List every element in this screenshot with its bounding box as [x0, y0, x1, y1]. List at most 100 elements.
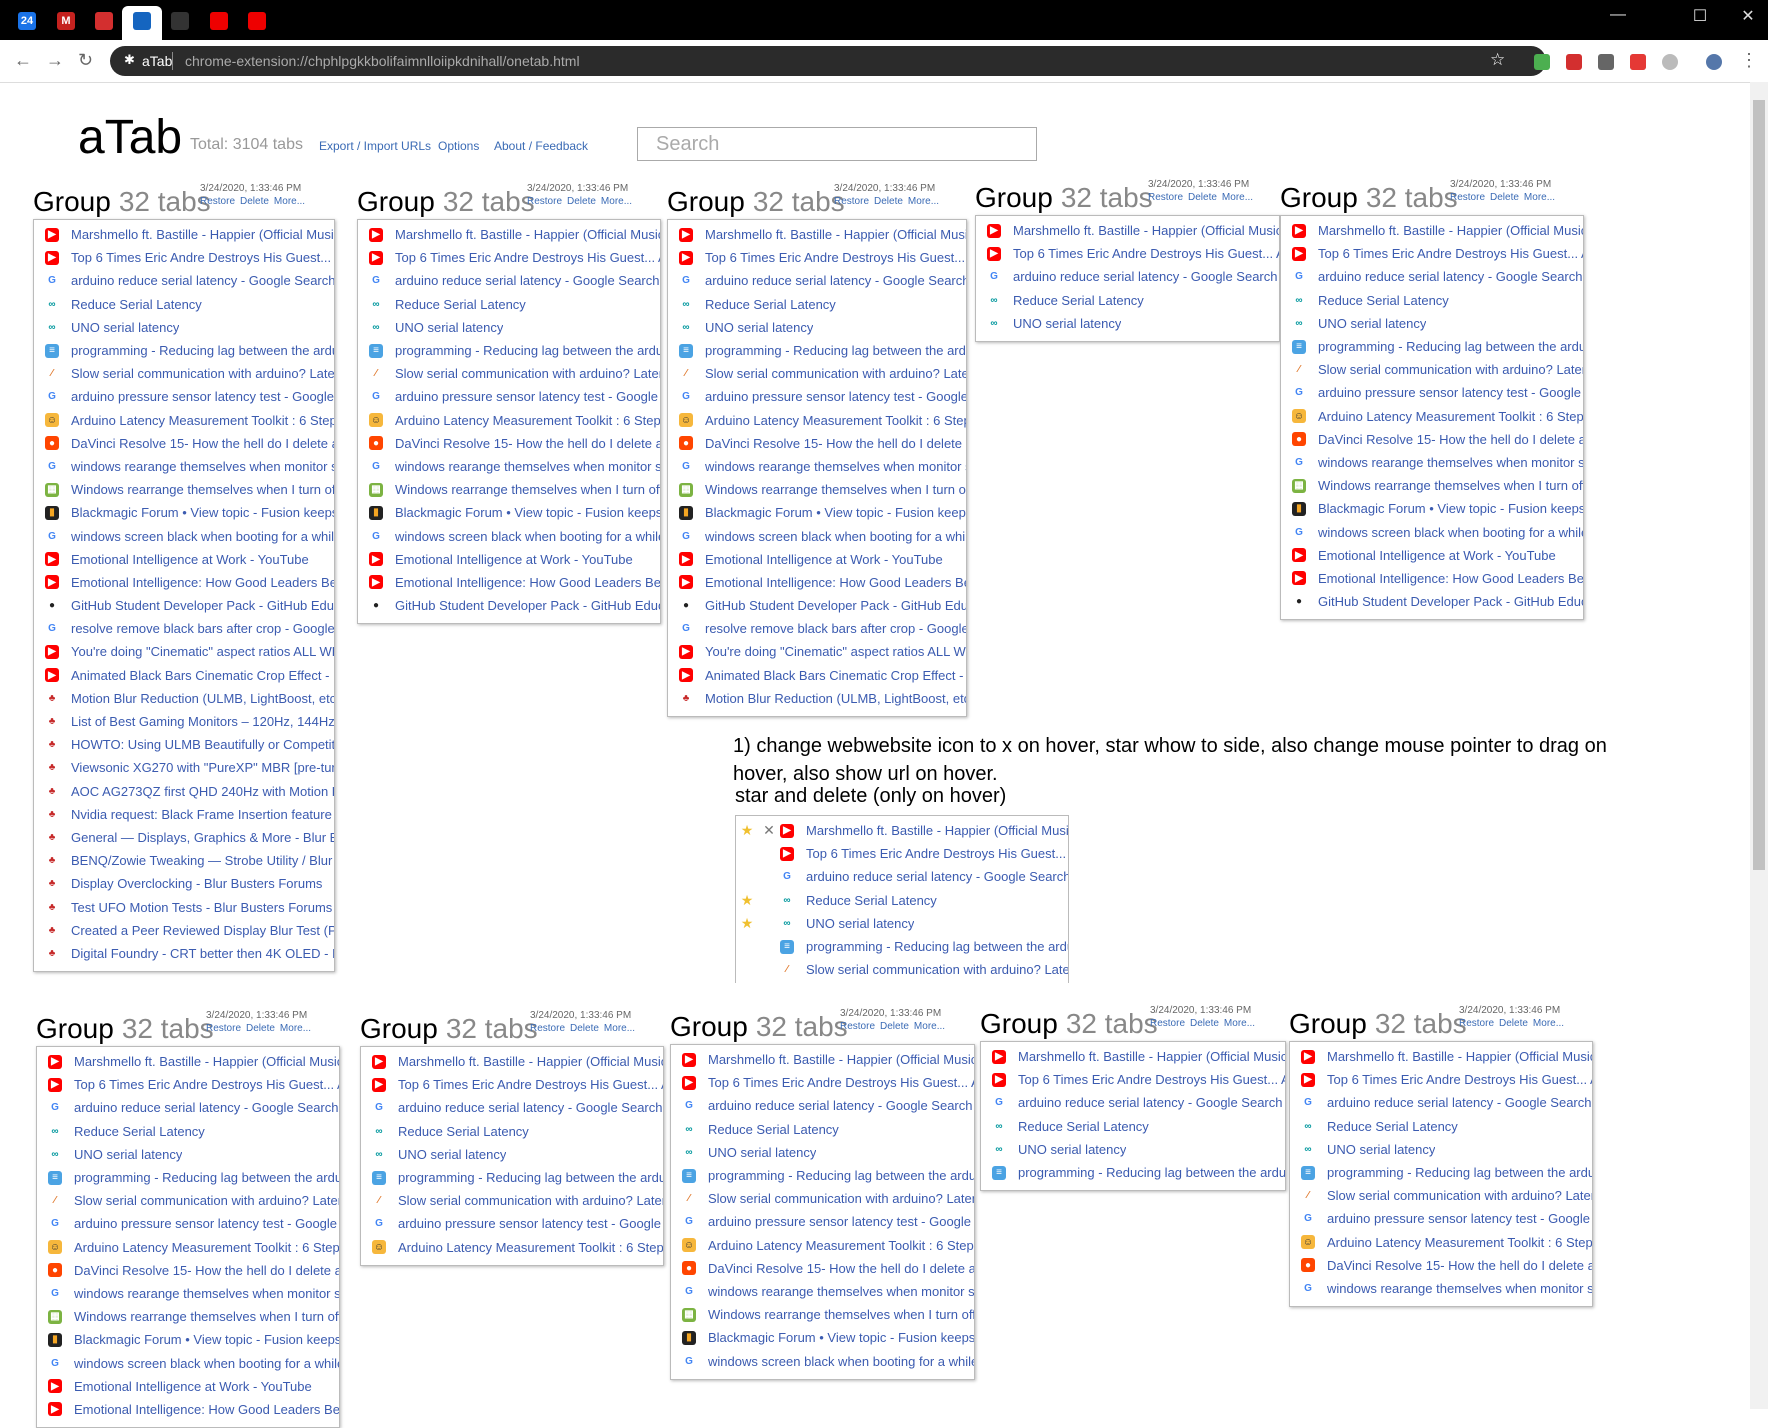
- tab-title-link[interactable]: UNO serial latency: [1013, 316, 1121, 331]
- tab-title-link[interactable]: Arduino Latency Measurement Toolkit : 6 …: [1318, 409, 1583, 424]
- demo-tab-row[interactable]: ⁄ Slow serial communication with arduino?…: [736, 958, 1068, 981]
- tab-title-link[interactable]: UNO serial latency: [705, 320, 813, 335]
- tab-title-link[interactable]: programming - Reducing lag between the a…: [1318, 339, 1583, 354]
- tab-row[interactable]: ∞ UNO serial latency: [1290, 1138, 1592, 1161]
- tab-title-link[interactable]: programming - Reducing lag between the a…: [708, 1168, 974, 1183]
- tab-row[interactable]: ● DaVinci Resolve 15- How the hell do I d…: [671, 1257, 974, 1280]
- group-title[interactable]: Group 32 tabs: [1280, 182, 1458, 214]
- tab-title-link[interactable]: DaVinci Resolve 15- How the hell do I de…: [708, 1261, 974, 1276]
- group-title[interactable]: Group 32 tabs: [670, 1011, 848, 1043]
- tab-row[interactable]: ▦ Windows rearrange themselves when I tur…: [34, 478, 334, 501]
- tab-title-link[interactable]: Windows rearrange themselves when I turn…: [395, 482, 660, 497]
- tab-row[interactable]: ▶ Top 6 Times Eric Andre Destroys His Gue…: [358, 246, 660, 269]
- menu-kebab-icon[interactable]: ⋮: [1740, 50, 1758, 71]
- tab-row[interactable]: ♣ General — Displays, Graphics & More - B…: [34, 826, 334, 849]
- tab-title-link[interactable]: DaVinci Resolve 15- How the hell do I de…: [1327, 1258, 1592, 1273]
- tab-title-link[interactable]: You're doing "Cinematic" aspect ratios A…: [705, 644, 966, 659]
- tab-row[interactable]: ▮ Blackmagic Forum • View topic - Fusion …: [668, 501, 966, 524]
- tab-row[interactable]: ▶ Top 6 Times Eric Andre Destroys His Gue…: [34, 246, 334, 269]
- extension-icon-3[interactable]: [1598, 54, 1614, 70]
- group-delete-link[interactable]: Delete: [570, 1023, 599, 1034]
- tab-title-link[interactable]: windows screen black when booting for a …: [708, 1354, 974, 1369]
- tab-row[interactable]: ● DaVinci Resolve 15- How the hell do I d…: [37, 1259, 339, 1282]
- tab-title-link[interactable]: Emotional Intelligence: How Good Leaders…: [74, 1402, 339, 1417]
- tab-row[interactable]: ♣ Viewsonic XG270 with "PureXP" MBR [pre-…: [34, 756, 334, 779]
- tab-title-link[interactable]: Reduce Serial Latency: [705, 297, 836, 312]
- tab-title-link[interactable]: Slow serial communication with arduino? …: [1327, 1188, 1592, 1203]
- tab-title-link[interactable]: GitHub Student Developer Pack - GitHub E…: [705, 598, 966, 613]
- tab-title-link[interactable]: Top 6 Times Eric Andre Destroys His Gues…: [398, 1077, 663, 1092]
- tab-row[interactable]: ▶ Top 6 Times Eric Andre Destroys His Gue…: [37, 1073, 339, 1096]
- star-icon[interactable]: ★: [736, 822, 758, 839]
- group-delete-link[interactable]: Delete: [246, 1023, 275, 1034]
- tab-row[interactable]: ▶ Top 6 Times Eric Andre Destroys His Gue…: [1290, 1068, 1592, 1091]
- tab-title-link[interactable]: Arduino Latency Measurement Toolkit : 6 …: [74, 1240, 339, 1255]
- tab-row[interactable]: ⁄ Slow serial communication with arduino?…: [361, 1189, 663, 1212]
- tab-title-link[interactable]: Slow serial communication with arduino? …: [705, 366, 966, 381]
- tab-title-link[interactable]: Blackmagic Forum • View topic - Fusion k…: [74, 1332, 339, 1347]
- tab-row[interactable]: ∞ Reduce Serial Latency: [1281, 289, 1583, 312]
- tab-title-link[interactable]: windows rearange themselves when monitor…: [1318, 455, 1583, 470]
- tab-title-link[interactable]: Top 6 Times Eric Andre Destroys His Gues…: [1018, 1072, 1285, 1087]
- tab-title-link[interactable]: programming - Reducing lag between the a…: [1018, 1165, 1285, 1180]
- group-more-link[interactable]: More...: [914, 1021, 945, 1032]
- tab-title-link[interactable]: UNO serial latency: [71, 320, 179, 335]
- tab-row[interactable]: ∞ Reduce Serial Latency: [37, 1120, 339, 1143]
- tab-title-link[interactable]: programming - Reducing lag between the a…: [71, 343, 334, 358]
- tab-title-link[interactable]: programming - Reducing lag between the a…: [705, 343, 966, 358]
- tab-row[interactable]: Gwindows screen black when booting for a…: [1281, 520, 1583, 543]
- tab-title-link[interactable]: GitHub Student Developer Pack - GitHub E…: [71, 598, 334, 613]
- tab-row[interactable]: ▶ Marshmello ft. Bastille - Happier (Offi…: [358, 223, 660, 246]
- tab-row[interactable]: ≡ programming - Reducing lag between the …: [671, 1164, 974, 1187]
- tab-row[interactable]: ⁄ Slow serial communication with arduino?…: [1281, 358, 1583, 381]
- tab-title-link[interactable]: Emotional Intelligence at Work - YouTube: [1318, 548, 1556, 563]
- tab-title-link[interactable]: resolve remove black bars after crop - G…: [71, 621, 334, 636]
- group-title[interactable]: Group 32 tabs: [33, 186, 211, 218]
- tab-row[interactable]: ∞ Reduce Serial Latency: [358, 293, 660, 316]
- tab-row[interactable]: ▶ Top 6 Times Eric Andre Destroys His Gue…: [981, 1068, 1285, 1091]
- tab-row[interactable]: ∞ UNO serial latency: [361, 1143, 663, 1166]
- tab-row[interactable]: Garduino reduce serial latency - Google …: [976, 265, 1279, 288]
- tab-row[interactable]: ⁄ Slow serial communication with arduino?…: [671, 1187, 974, 1210]
- tab-row[interactable]: ● DaVinci Resolve 15- How the hell do I d…: [668, 432, 966, 455]
- tab-title-link[interactable]: windows rearange themselves when monitor…: [705, 459, 966, 474]
- tab-title-link[interactable]: UNO serial latency: [395, 320, 503, 335]
- tab-row[interactable]: ≡ programming - Reducing lag between the …: [358, 339, 660, 362]
- tab-row[interactable]: ♣ AOC AG273QZ first QHD 240Hz with Motion…: [34, 780, 334, 803]
- tab-row[interactable]: Gwindows rearange themselves when monito…: [37, 1282, 339, 1305]
- tab-row[interactable]: ▶ Emotional Intelligence: How Good Leader…: [34, 571, 334, 594]
- tab-title-link[interactable]: Marshmello ft. Bastille - Happier (Offic…: [1318, 223, 1583, 238]
- github-icon[interactable]: [171, 12, 189, 30]
- tab-row[interactable]: Gwindows screen black when booting for a…: [34, 524, 334, 547]
- tab-title-link[interactable]: General — Displays, Graphics & More - Bl…: [71, 830, 334, 845]
- tab-title-link[interactable]: Emotional Intelligence: How Good Leaders…: [395, 575, 660, 590]
- tab-row[interactable]: ▶ Marshmello ft. Bastille - Happier (Offi…: [976, 219, 1279, 242]
- tab-title-link[interactable]: Digital Foundry - CRT better then 4K OLE…: [71, 946, 334, 961]
- tab-title-link[interactable]: Emotional Intelligence at Work - YouTube: [395, 552, 633, 567]
- tab-title-link[interactable]: Arduino Latency Measurement Toolkit : 6 …: [395, 413, 660, 428]
- tab-row[interactable]: Gresolve remove black bars after crop - …: [668, 617, 966, 640]
- tab-title-link[interactable]: Marshmello ft. Bastille - Happier (Offic…: [806, 823, 1068, 838]
- tab-row[interactable]: ∞ Reduce Serial Latency: [361, 1120, 663, 1143]
- tab-row[interactable]: ▦ Windows rearrange themselves when I tur…: [671, 1303, 974, 1326]
- tab-title-link[interactable]: Slow serial communication with arduino? …: [395, 366, 660, 381]
- group-restore-link[interactable]: Restore: [834, 196, 869, 207]
- tab-row[interactable]: Gwindows rearange themselves when monito…: [1290, 1277, 1592, 1300]
- tab-title-link[interactable]: Top 6 Times Eric Andre Destroys His Gues…: [1318, 246, 1583, 261]
- tab-row[interactable]: ▶ Emotional Intelligence: How Good Leader…: [358, 571, 660, 594]
- tab-row[interactable]: ⁄ Slow serial communication with arduino?…: [668, 362, 966, 385]
- tab-title-link[interactable]: List of Best Gaming Monitors – 120Hz, 14…: [71, 714, 334, 729]
- tab-row[interactable]: Garduino reduce serial latency - Google …: [37, 1096, 339, 1119]
- tab-row[interactable]: ▶ Emotional Intelligence at Work - YouTub…: [34, 548, 334, 571]
- tab-row[interactable]: ▶ Marshmello ft. Bastille - Happier (Offi…: [1290, 1045, 1592, 1068]
- group-title[interactable]: Group 32 tabs: [357, 186, 535, 218]
- tab-title-link[interactable]: Created a Peer Reviewed Display Blur Tes…: [71, 923, 334, 938]
- tab-row[interactable]: Garduino pressure sensor latency test - …: [668, 385, 966, 408]
- tab-row[interactable]: ♣ Digital Foundry - CRT better then 4K OL…: [34, 942, 334, 965]
- tab-row[interactable]: ▶ Emotional Intelligence at Work - YouTub…: [1281, 544, 1583, 567]
- gmail-icon[interactable]: M: [57, 12, 75, 30]
- calendar-icon[interactable]: 24: [18, 12, 36, 30]
- group-delete-link[interactable]: Delete: [1188, 192, 1217, 203]
- tab-row[interactable]: ▶ Top 6 Times Eric Andre Destroys His Gue…: [668, 246, 966, 269]
- tab-row[interactable]: ● DaVinci Resolve 15- How the hell do I d…: [1281, 428, 1583, 451]
